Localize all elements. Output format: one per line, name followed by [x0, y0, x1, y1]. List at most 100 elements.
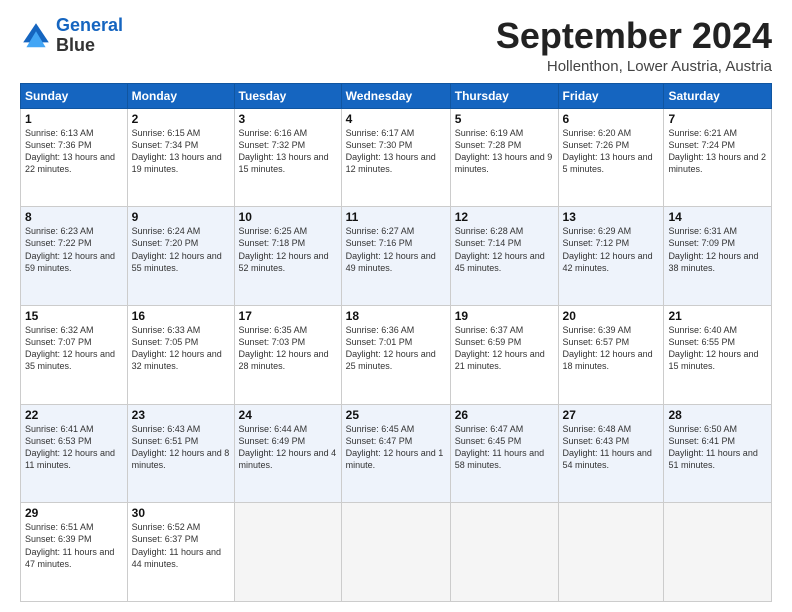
day-number: 17 — [239, 309, 337, 323]
day-number: 6 — [563, 112, 660, 126]
day-info: Sunrise: 6:13 AMSunset: 7:36 PMDaylight:… — [25, 127, 123, 176]
day-info: Sunrise: 6:39 AMSunset: 6:57 PMDaylight:… — [563, 324, 660, 373]
page: General Blue September 2024 Hollenthon, … — [0, 0, 792, 612]
day-info: Sunrise: 6:45 AMSunset: 6:47 PMDaylight:… — [346, 423, 446, 472]
day-cell — [234, 503, 341, 602]
day-cell: 21 Sunrise: 6:40 AMSunset: 6:55 PMDaylig… — [664, 305, 772, 404]
day-info: Sunrise: 6:36 AMSunset: 7:01 PMDaylight:… — [346, 324, 446, 373]
day-header-sunday: Sunday — [21, 83, 128, 108]
day-cell — [450, 503, 558, 602]
day-number: 28 — [668, 408, 767, 422]
calendar-body: 1 Sunrise: 6:13 AMSunset: 7:36 PMDayligh… — [21, 108, 772, 601]
header: General Blue September 2024 Hollenthon, … — [20, 16, 772, 75]
day-number: 20 — [563, 309, 660, 323]
day-number: 29 — [25, 506, 123, 520]
day-header-saturday: Saturday — [664, 83, 772, 108]
day-cell: 11 Sunrise: 6:27 AMSunset: 7:16 PMDaylig… — [341, 207, 450, 306]
day-cell: 19 Sunrise: 6:37 AMSunset: 6:59 PMDaylig… — [450, 305, 558, 404]
day-cell: 22 Sunrise: 6:41 AMSunset: 6:53 PMDaylig… — [21, 404, 128, 503]
day-info: Sunrise: 6:52 AMSunset: 6:37 PMDaylight:… — [132, 521, 230, 570]
day-number: 10 — [239, 210, 337, 224]
week-row-5: 29 Sunrise: 6:51 AMSunset: 6:39 PMDaylig… — [21, 503, 772, 602]
day-number: 19 — [455, 309, 554, 323]
day-number: 27 — [563, 408, 660, 422]
title-block: September 2024 Hollenthon, Lower Austria… — [496, 16, 772, 75]
day-info: Sunrise: 6:31 AMSunset: 7:09 PMDaylight:… — [668, 225, 767, 274]
day-info: Sunrise: 6:41 AMSunset: 6:53 PMDaylight:… — [25, 423, 123, 472]
day-number: 7 — [668, 112, 767, 126]
logo-text: General Blue — [56, 16, 123, 56]
logo: General Blue — [20, 16, 123, 56]
day-cell: 17 Sunrise: 6:35 AMSunset: 7:03 PMDaylig… — [234, 305, 341, 404]
day-header-thursday: Thursday — [450, 83, 558, 108]
day-cell: 6 Sunrise: 6:20 AMSunset: 7:26 PMDayligh… — [558, 108, 664, 207]
day-cell — [341, 503, 450, 602]
day-number: 5 — [455, 112, 554, 126]
day-header-friday: Friday — [558, 83, 664, 108]
day-info: Sunrise: 6:33 AMSunset: 7:05 PMDaylight:… — [132, 324, 230, 373]
day-cell: 26 Sunrise: 6:47 AMSunset: 6:45 PMDaylig… — [450, 404, 558, 503]
day-number: 11 — [346, 210, 446, 224]
day-cell: 5 Sunrise: 6:19 AMSunset: 7:28 PMDayligh… — [450, 108, 558, 207]
day-cell: 3 Sunrise: 6:16 AMSunset: 7:32 PMDayligh… — [234, 108, 341, 207]
day-cell: 16 Sunrise: 6:33 AMSunset: 7:05 PMDaylig… — [127, 305, 234, 404]
day-number: 21 — [668, 309, 767, 323]
day-cell — [664, 503, 772, 602]
day-info: Sunrise: 6:28 AMSunset: 7:14 PMDaylight:… — [455, 225, 554, 274]
day-info: Sunrise: 6:47 AMSunset: 6:45 PMDaylight:… — [455, 423, 554, 472]
day-number: 4 — [346, 112, 446, 126]
day-number: 1 — [25, 112, 123, 126]
day-header-monday: Monday — [127, 83, 234, 108]
day-cell: 23 Sunrise: 6:43 AMSunset: 6:51 PMDaylig… — [127, 404, 234, 503]
day-info: Sunrise: 6:15 AMSunset: 7:34 PMDaylight:… — [132, 127, 230, 176]
day-info: Sunrise: 6:43 AMSunset: 6:51 PMDaylight:… — [132, 423, 230, 472]
day-info: Sunrise: 6:25 AMSunset: 7:18 PMDaylight:… — [239, 225, 337, 274]
day-info: Sunrise: 6:27 AMSunset: 7:16 PMDaylight:… — [346, 225, 446, 274]
month-title: September 2024 — [496, 16, 772, 56]
calendar-header: SundayMondayTuesdayWednesdayThursdayFrid… — [21, 83, 772, 108]
day-cell: 15 Sunrise: 6:32 AMSunset: 7:07 PMDaylig… — [21, 305, 128, 404]
day-info: Sunrise: 6:21 AMSunset: 7:24 PMDaylight:… — [668, 127, 767, 176]
day-number: 22 — [25, 408, 123, 422]
day-cell: 13 Sunrise: 6:29 AMSunset: 7:12 PMDaylig… — [558, 207, 664, 306]
day-cell: 14 Sunrise: 6:31 AMSunset: 7:09 PMDaylig… — [664, 207, 772, 306]
day-cell: 9 Sunrise: 6:24 AMSunset: 7:20 PMDayligh… — [127, 207, 234, 306]
day-number: 26 — [455, 408, 554, 422]
day-info: Sunrise: 6:19 AMSunset: 7:28 PMDaylight:… — [455, 127, 554, 176]
day-info: Sunrise: 6:50 AMSunset: 6:41 PMDaylight:… — [668, 423, 767, 472]
day-info: Sunrise: 6:40 AMSunset: 6:55 PMDaylight:… — [668, 324, 767, 373]
day-number: 16 — [132, 309, 230, 323]
day-number: 14 — [668, 210, 767, 224]
day-info: Sunrise: 6:44 AMSunset: 6:49 PMDaylight:… — [239, 423, 337, 472]
day-info: Sunrise: 6:37 AMSunset: 6:59 PMDaylight:… — [455, 324, 554, 373]
day-number: 2 — [132, 112, 230, 126]
day-header-wednesday: Wednesday — [341, 83, 450, 108]
day-cell: 12 Sunrise: 6:28 AMSunset: 7:14 PMDaylig… — [450, 207, 558, 306]
day-cell: 20 Sunrise: 6:39 AMSunset: 6:57 PMDaylig… — [558, 305, 664, 404]
calendar-table: SundayMondayTuesdayWednesdayThursdayFrid… — [20, 83, 772, 602]
day-cell — [558, 503, 664, 602]
day-cell: 24 Sunrise: 6:44 AMSunset: 6:49 PMDaylig… — [234, 404, 341, 503]
day-info: Sunrise: 6:20 AMSunset: 7:26 PMDaylight:… — [563, 127, 660, 176]
day-cell: 1 Sunrise: 6:13 AMSunset: 7:36 PMDayligh… — [21, 108, 128, 207]
day-number: 15 — [25, 309, 123, 323]
day-info: Sunrise: 6:32 AMSunset: 7:07 PMDaylight:… — [25, 324, 123, 373]
day-number: 3 — [239, 112, 337, 126]
day-number: 13 — [563, 210, 660, 224]
day-number: 8 — [25, 210, 123, 224]
day-info: Sunrise: 6:17 AMSunset: 7:30 PMDaylight:… — [346, 127, 446, 176]
day-info: Sunrise: 6:24 AMSunset: 7:20 PMDaylight:… — [132, 225, 230, 274]
day-cell: 28 Sunrise: 6:50 AMSunset: 6:41 PMDaylig… — [664, 404, 772, 503]
day-cell: 18 Sunrise: 6:36 AMSunset: 7:01 PMDaylig… — [341, 305, 450, 404]
day-number: 18 — [346, 309, 446, 323]
day-cell: 25 Sunrise: 6:45 AMSunset: 6:47 PMDaylig… — [341, 404, 450, 503]
day-number: 25 — [346, 408, 446, 422]
day-header-tuesday: Tuesday — [234, 83, 341, 108]
week-row-4: 22 Sunrise: 6:41 AMSunset: 6:53 PMDaylig… — [21, 404, 772, 503]
day-info: Sunrise: 6:51 AMSunset: 6:39 PMDaylight:… — [25, 521, 123, 570]
day-cell: 30 Sunrise: 6:52 AMSunset: 6:37 PMDaylig… — [127, 503, 234, 602]
day-info: Sunrise: 6:16 AMSunset: 7:32 PMDaylight:… — [239, 127, 337, 176]
day-number: 24 — [239, 408, 337, 422]
day-number: 12 — [455, 210, 554, 224]
day-cell: 2 Sunrise: 6:15 AMSunset: 7:34 PMDayligh… — [127, 108, 234, 207]
